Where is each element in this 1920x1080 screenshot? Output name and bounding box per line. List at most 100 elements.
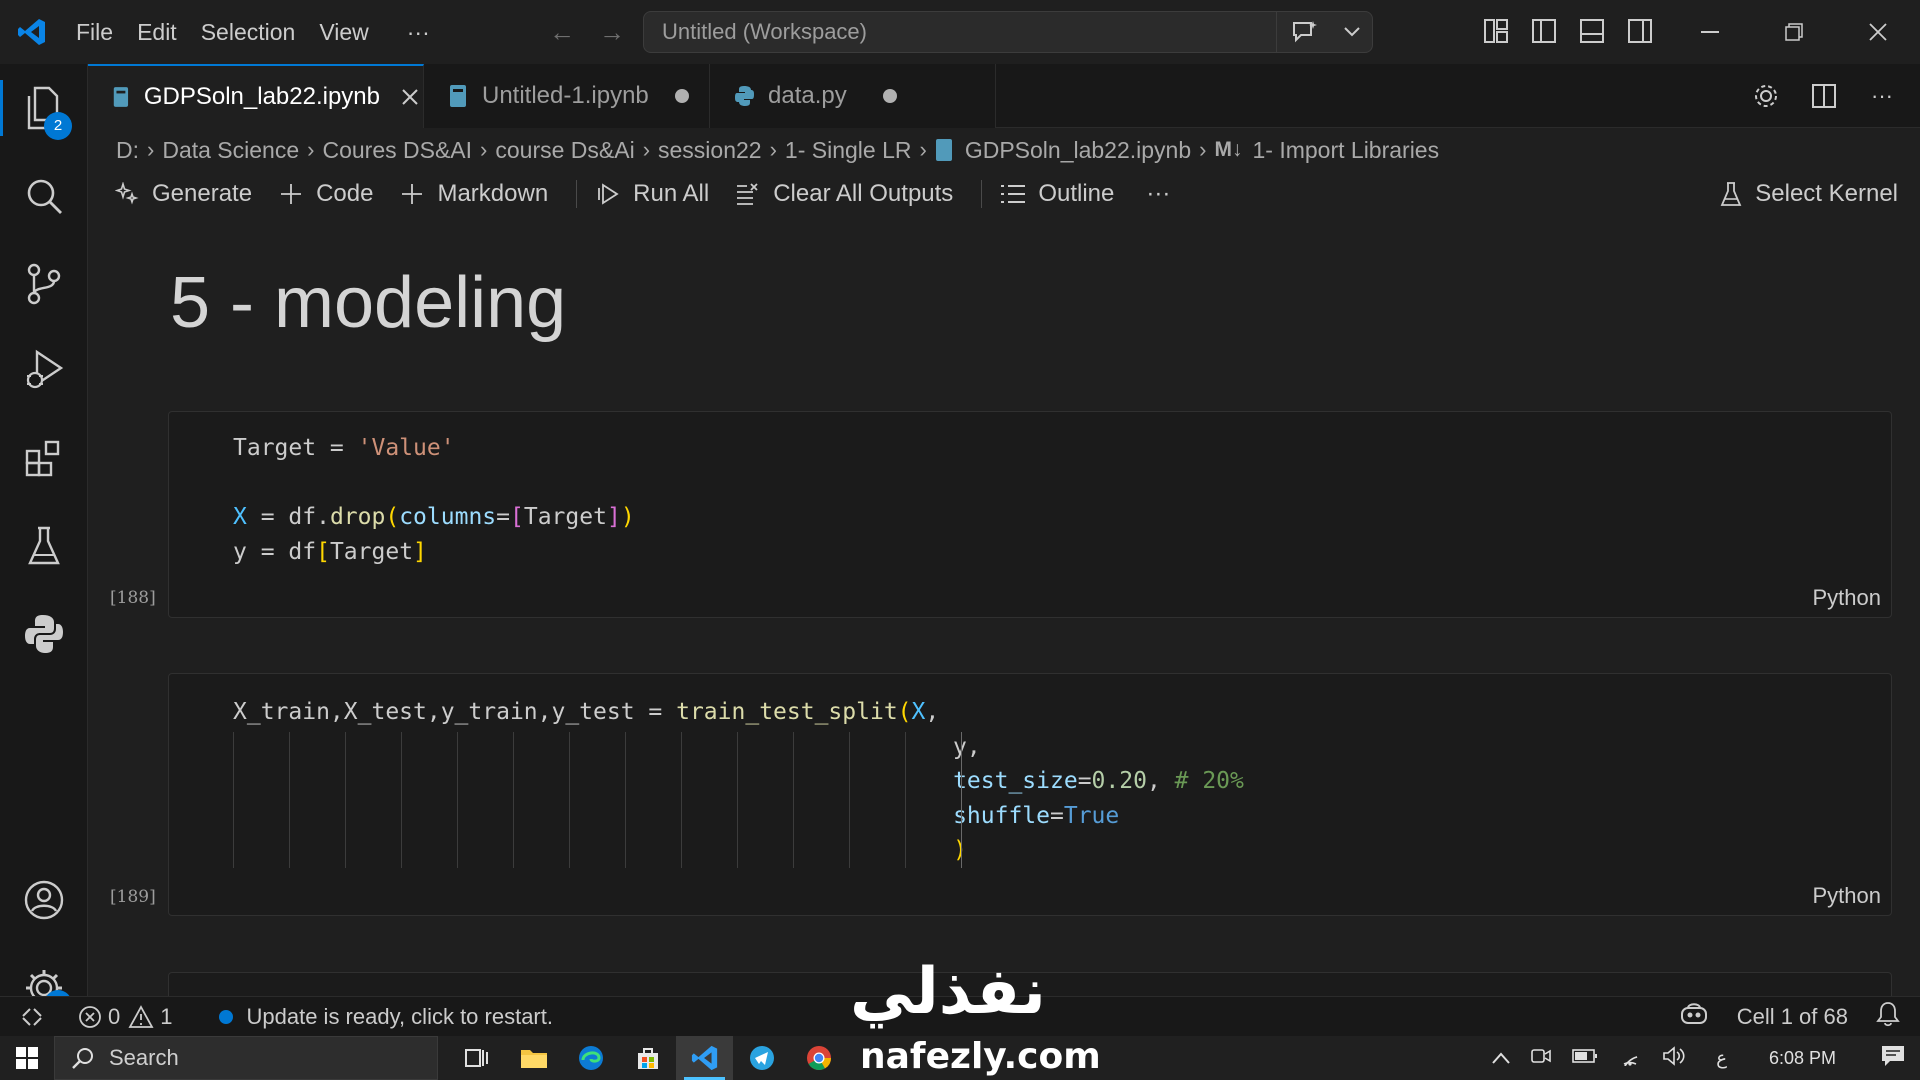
chevron-up-icon[interactable] (1492, 1048, 1510, 1069)
toolbar-more-icon[interactable]: ··· (1132, 180, 1184, 208)
close-icon[interactable] (398, 83, 423, 111)
error-icon (79, 1005, 101, 1028)
cell-language-label[interactable]: Python (1813, 585, 1882, 611)
toggle-primary-sidebar-icon[interactable] (1528, 14, 1560, 48)
extensions-icon[interactable] (0, 418, 88, 498)
cell-position[interactable]: Cell 1 of 68 (1737, 1004, 1848, 1030)
indent-guide (513, 732, 514, 868)
update-notification[interactable]: Update is ready, click to restart. (218, 1004, 553, 1030)
problems-indicator[interactable]: 0 1 (78, 1004, 173, 1030)
add-code-cell-button[interactable]: Code (270, 172, 381, 216)
menu-view[interactable]: View (307, 12, 380, 52)
chrome-icon[interactable] (790, 1036, 847, 1080)
run-all-button[interactable]: Run All (587, 172, 717, 216)
notifications-bell-icon[interactable] (1876, 1001, 1900, 1033)
execution-count: [189] (110, 887, 156, 907)
breadcrumb-file[interactable]: GDPSoln_lab22.ipynb (965, 137, 1191, 164)
source-control-icon[interactable] (0, 244, 88, 324)
menu-more[interactable]: ··· (395, 12, 442, 52)
notebook-settings-icon[interactable] (1748, 78, 1784, 114)
title-bar: File Edit Selection View ··· ← → Untitle… (0, 0, 1920, 64)
windows-start-icon[interactable] (0, 1036, 54, 1080)
back-arrow-icon[interactable]: ← (548, 14, 576, 50)
indent-guide (905, 732, 906, 868)
outline-button[interactable]: Outline (992, 172, 1122, 216)
tab-label: data.py (768, 82, 847, 109)
menu-selection[interactable]: Selection (189, 12, 308, 52)
breadcrumb-item[interactable]: 1- Single LR (785, 137, 912, 164)
python-icon[interactable] (0, 594, 88, 674)
breadcrumb-section[interactable]: 1- Import Libraries (1252, 137, 1439, 164)
indent-guide (737, 732, 738, 868)
cell-language-label[interactable]: Python (1813, 883, 1882, 909)
run-all-label: Run All (633, 180, 710, 207)
breadcrumb-item[interactable]: course Ds&Ai (495, 137, 634, 164)
close-window-icon[interactable] (1836, 0, 1920, 64)
generate-button[interactable]: Generate (106, 172, 260, 216)
microsoft-store-icon[interactable] (619, 1036, 676, 1080)
unsaved-dot-icon[interactable] (882, 89, 897, 103)
forward-arrow-icon[interactable]: → (598, 14, 626, 50)
volume-icon[interactable] (1662, 1045, 1686, 1071)
notebook-file-icon (113, 87, 129, 107)
task-view-icon[interactable] (448, 1036, 505, 1080)
code-cell-189[interactable]: X_train,X_test,y_train,y_test = train_te… (168, 673, 1892, 916)
chevron-right-icon: › (307, 137, 315, 162)
search-icon[interactable] (0, 156, 88, 236)
file-explorer-icon[interactable] (505, 1036, 562, 1080)
edge-browser-icon[interactable] (562, 1036, 619, 1080)
tab-data-py[interactable]: data.py (710, 64, 996, 128)
cell-code[interactable]: Target = 'Value' X = df.drop(columns=[Ta… (233, 431, 635, 569)
python-file-icon (735, 86, 754, 106)
account-icon[interactable] (0, 860, 88, 940)
taskbar-search-box[interactable]: Search (54, 1036, 438, 1080)
tab-gdpsoln[interactable]: GDPSoln_lab22.ipynb (88, 64, 424, 128)
testing-flask-icon[interactable] (0, 506, 88, 586)
breadcrumb-item[interactable]: Data Science (162, 137, 299, 164)
restore-icon[interactable] (1752, 0, 1836, 64)
minimize-icon[interactable] (1668, 0, 1752, 64)
telegram-icon[interactable] (733, 1036, 790, 1080)
notification-center-icon[interactable] (1880, 1044, 1906, 1073)
copilot-icon[interactable] (1679, 1001, 1709, 1033)
toggle-panel-icon[interactable] (1576, 14, 1608, 48)
battery-icon[interactable] (1572, 1048, 1598, 1069)
more-actions-icon[interactable]: ··· (1864, 78, 1900, 114)
customize-layout-icon[interactable] (1480, 14, 1512, 48)
explorer-badge: 2 (44, 112, 72, 140)
breadcrumb-item[interactable]: session22 (658, 137, 762, 164)
markdown-icon: M↓ (1214, 138, 1243, 161)
chevron-right-icon: › (147, 137, 155, 162)
list-icon (1000, 181, 1026, 207)
tab-untitled-1[interactable]: Untitled-1.ipynb (424, 64, 710, 128)
clear-all-outputs-button[interactable]: Clear All Outputs (727, 172, 961, 216)
toggle-secondary-sidebar-icon[interactable] (1624, 14, 1656, 48)
input-language[interactable]: ع (1716, 1048, 1727, 1069)
explorer-icon[interactable]: 2 (0, 68, 88, 148)
unsaved-dot-icon[interactable] (674, 89, 689, 103)
chevron-down-icon[interactable] (1332, 12, 1372, 52)
menu-edit[interactable]: Edit (125, 12, 189, 52)
split-editor-icon[interactable] (1806, 78, 1842, 114)
cell-code[interactable]: X_train,X_test,y_train,y_test = train_te… (233, 695, 1244, 868)
markdown-heading[interactable]: 5 - modeling (170, 262, 566, 344)
meet-now-icon[interactable] (1530, 1046, 1552, 1071)
sparkle-icon (114, 181, 140, 207)
clock[interactable]: 6:08 PM (1769, 1048, 1836, 1069)
add-markdown-cell-button[interactable]: Markdown (391, 172, 556, 216)
select-kernel-button[interactable]: Select Kernel (1719, 172, 1898, 216)
vscode-logo-icon[interactable] (0, 0, 64, 64)
code-cell-188[interactable]: Target = 'Value' X = df.drop(columns=[Ta… (168, 411, 1892, 618)
breadcrumb-item[interactable]: D: (116, 137, 139, 164)
clear-outputs-label: Clear All Outputs (773, 180, 954, 207)
vscode-taskbar-icon[interactable] (676, 1036, 733, 1080)
breadcrumb-item[interactable]: Coures DS&AI (322, 137, 472, 164)
menu-file[interactable]: File (64, 12, 125, 52)
run-and-debug-icon[interactable] (0, 330, 88, 410)
warning-count: 1 (160, 1003, 173, 1029)
system-tray: ع 6:08 PM (1492, 1036, 1920, 1080)
wifi-icon[interactable] (1618, 1046, 1642, 1071)
remote-icon[interactable] (0, 997, 64, 1037)
copilot-chat-icon[interactable] (1276, 12, 1332, 52)
command-center[interactable]: Untitled (Workspace) (643, 11, 1373, 53)
